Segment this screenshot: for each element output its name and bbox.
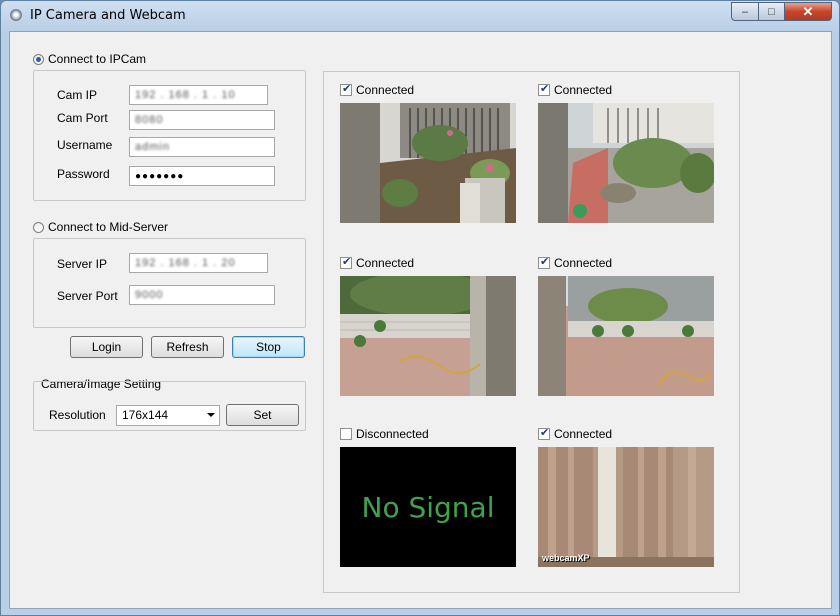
cam-port-label: Cam Port: [57, 111, 108, 125]
camera-2-feed: [538, 103, 714, 223]
login-button[interactable]: Login: [70, 336, 143, 358]
cam-port-input[interactable]: 8080: [129, 110, 275, 130]
radio-label-ipcam: Connect to IPCam: [48, 52, 147, 66]
webcamxp-watermark: webcamXP: [542, 553, 590, 563]
camera-4-status: Connected: [554, 256, 613, 270]
minimize-button[interactable]: –: [731, 2, 759, 21]
camera-1-checkbox[interactable]: Connected: [340, 82, 415, 97]
password-input[interactable]: ●●●●●●●: [129, 166, 275, 186]
server-ip-input[interactable]: 192 . 168 . 1 . 20: [129, 253, 268, 273]
camera-6-feed: webcamXP: [538, 447, 714, 567]
app-window: IP Camera and Webcam – □ ✕ Connect to IP…: [0, 0, 840, 616]
camera-1-feed: [340, 103, 516, 223]
refresh-button[interactable]: Refresh: [151, 336, 224, 358]
radio-connect-ipcam[interactable]: Connect to IPCam: [33, 52, 146, 66]
client-area: Connect to IPCam Cam IP 192 . 168 . 1 . …: [9, 31, 832, 609]
resolution-select[interactable]: 176x144: [116, 405, 220, 426]
server-ip-label: Server IP: [57, 257, 108, 271]
cam-ip-input[interactable]: 192 . 168 . 1 . 10: [129, 85, 268, 105]
camera-3-status: Connected: [356, 256, 415, 270]
resolution-label: Resolution: [49, 408, 106, 422]
no-signal-text: No Signal: [361, 490, 495, 524]
camera-6-status: Connected: [554, 427, 613, 441]
camera-3-checkbox[interactable]: Connected: [340, 255, 415, 270]
maximize-button[interactable]: □: [758, 2, 785, 21]
username-input[interactable]: admin: [129, 137, 275, 157]
camera-5-status: Disconnected: [356, 427, 429, 441]
midserver-group: Server IP 192 . 168 . 1 . 20 Server Port…: [33, 238, 306, 328]
camera-4-feed: [538, 276, 714, 396]
radio-label-midserver: Connect to Mid-Server: [48, 220, 169, 234]
close-button[interactable]: ✕: [784, 2, 832, 21]
radio-connect-midserver[interactable]: Connect to Mid-Server: [33, 220, 168, 234]
camera-grid-panel: Connected: [323, 71, 740, 593]
camera-1-status: Connected: [356, 83, 415, 97]
password-label: Password: [57, 167, 110, 181]
camera-setting-group: Resolution 176x144 Set: [33, 381, 306, 431]
camera-6-checkbox[interactable]: Connected: [538, 426, 613, 441]
title-bar[interactable]: IP Camera and Webcam – □ ✕: [1, 1, 839, 31]
camera-4-checkbox[interactable]: Connected: [538, 255, 613, 270]
username-label: Username: [57, 138, 113, 152]
minimize-icon: –: [741, 5, 749, 18]
chevron-down-icon: [207, 413, 215, 417]
window-title: IP Camera and Webcam: [30, 8, 186, 23]
radio-indicator: [33, 221, 44, 233]
ipcam-group: Cam IP 192 . 168 . 1 . 10 Cam Port 8080 …: [33, 70, 306, 201]
camera-2-checkbox[interactable]: Connected: [538, 82, 613, 97]
maximize-icon: □: [768, 5, 775, 18]
server-port-input[interactable]: 9000: [129, 285, 275, 305]
radio-indicator: [33, 53, 44, 65]
camera-app-icon: [10, 9, 22, 21]
close-icon: ✕: [802, 3, 814, 19]
set-button[interactable]: Set: [226, 404, 299, 426]
server-port-label: Server Port: [57, 289, 118, 303]
stop-button[interactable]: Stop: [232, 336, 305, 358]
camera-5-checkbox[interactable]: Disconnected: [340, 427, 429, 441]
camera-3-feed: [340, 276, 516, 396]
cam-ip-label: Cam IP: [57, 88, 98, 102]
camera-5-feed: No Signal: [340, 447, 516, 567]
camera-2-status: Connected: [554, 83, 613, 97]
